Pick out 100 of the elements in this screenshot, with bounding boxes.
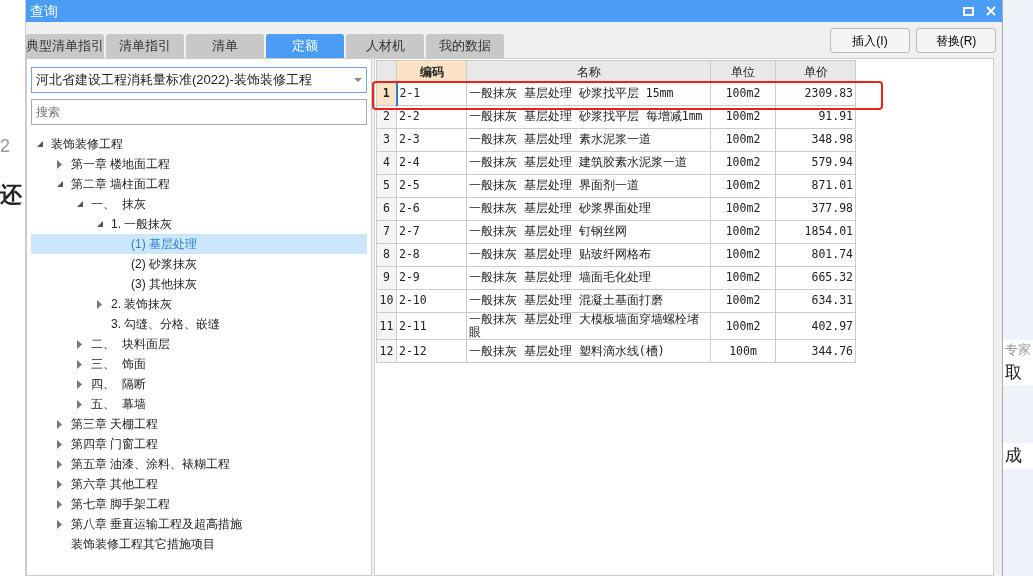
table-cell: 665.32	[775, 266, 856, 290]
tab[interactable]: 我的数据	[426, 34, 504, 58]
table-cell: 2-9	[396, 266, 467, 290]
tree-item[interactable]: 3. 勾缝、分格、嵌缝	[111, 315, 221, 333]
table-cell: 一般抹灰 基层处理 大模板墙面穿墙螺栓堵眼	[466, 312, 711, 340]
table-cell: 2309.83	[775, 82, 856, 106]
table-cell: 2-12	[396, 339, 467, 363]
row-number: 11	[376, 312, 397, 340]
search-field[interactable]: 搜索	[31, 99, 367, 125]
row-number: 1	[376, 82, 397, 106]
expanded-icon[interactable]	[77, 200, 84, 208]
row-number: 8	[376, 243, 397, 267]
replace-button[interactable]: 替换(R)	[916, 28, 996, 53]
table-cell: 344.76	[775, 339, 856, 363]
backdrop-text: 专家	[1003, 340, 1033, 360]
table-cell: 2-7	[396, 220, 467, 244]
table-cell: 2-8	[396, 243, 467, 267]
collapsed-icon[interactable]	[77, 359, 83, 369]
tree-item[interactable]: 1. 一般抹灰	[111, 215, 173, 233]
window-title: 查询	[30, 1, 58, 21]
tree-item[interactable]: 第二章 墙柱面工程	[71, 175, 171, 193]
table-cell: 100m2	[710, 266, 776, 290]
table-cell: 2-5	[396, 174, 467, 198]
table-cell: 100m2	[710, 220, 776, 244]
tree-item[interactable]: 第六章 其他工程	[71, 475, 159, 493]
tree-item[interactable]: 装饰装修工程	[51, 135, 123, 153]
table-cell: 一般抹灰 基层处理 塑料滴水线(槽)	[466, 339, 711, 363]
table-cell: 一般抹灰 基层处理 界面剂一道	[466, 174, 711, 198]
table-cell: 2-3	[396, 128, 467, 152]
backdrop-text: 2	[0, 135, 11, 158]
row-number: 9	[376, 266, 397, 290]
backdrop-text: 成	[1003, 443, 1033, 469]
table-cell: 一般抹灰 基层处理 建筑胶素水泥浆一道	[466, 151, 711, 175]
tab[interactable]: 典型清单指引	[26, 34, 104, 58]
tab[interactable]: 人材机	[346, 34, 424, 58]
collapsed-icon[interactable]	[57, 479, 63, 489]
caret-icon[interactable]	[354, 77, 362, 83]
tree-item[interactable]: 一、 抹灰	[91, 195, 146, 213]
table-cell: 100m2	[710, 128, 776, 152]
table-cell: 一般抹灰 基层处理 素水泥浆一道	[466, 128, 711, 152]
collapsed-icon[interactable]	[57, 499, 63, 509]
column-header: 单位	[710, 60, 776, 83]
table-cell: 402.97	[775, 312, 856, 340]
tree-item[interactable]: 三、 饰面	[91, 355, 146, 373]
tree-item[interactable]: 四、 隔断	[91, 375, 146, 393]
table-cell: 100m2	[710, 174, 776, 198]
table-cell: 100m2	[710, 312, 776, 340]
table-cell: 一般抹灰 基层处理 贴玻纤网格布	[466, 243, 711, 267]
table-cell: 801.74	[775, 243, 856, 267]
column-header: 编码	[396, 60, 467, 83]
table-cell: 100m2	[710, 289, 776, 313]
collapsed-icon[interactable]	[77, 399, 83, 409]
row-number: 12	[376, 339, 397, 363]
tree-item[interactable]: 二、 块料面层	[91, 335, 170, 353]
collapsed-icon[interactable]	[57, 159, 63, 169]
expanded-icon[interactable]	[97, 220, 104, 228]
column-header: 单价	[775, 60, 856, 83]
table-cell: 一般抹灰 基层处理 砂浆找平层 每增减1mm	[466, 105, 711, 129]
collapsed-icon[interactable]	[57, 519, 63, 529]
tree-item[interactable]: 第一章 楼地面工程	[71, 155, 171, 173]
table-cell: 一般抹灰 基层处理 墙面毛化处理	[466, 266, 711, 290]
expanded-icon[interactable]	[37, 140, 44, 148]
tree-item[interactable]: 第四章 门窗工程	[71, 435, 159, 453]
tree-item[interactable]: 第八章 垂直运输工程及超高措施	[71, 515, 243, 533]
table-cell: 1854.01	[775, 220, 856, 244]
tree-item[interactable]: 装饰装修工程其它措施项目	[71, 535, 215, 553]
table-cell: 100m2	[710, 243, 776, 267]
tree-item[interactable]: (3) 其他抹灰	[131, 275, 197, 293]
close-icon[interactable]	[986, 6, 996, 16]
collapsed-icon[interactable]	[77, 379, 83, 389]
row-number: 6	[376, 197, 397, 221]
tree-item[interactable]: (2) 砂浆抹灰	[131, 255, 197, 273]
collapsed-icon[interactable]	[77, 339, 83, 349]
maximize-icon[interactable]	[963, 6, 974, 16]
collapsed-icon[interactable]	[57, 419, 63, 429]
expanded-icon[interactable]	[57, 180, 64, 188]
tree-item[interactable]: 五、 幕墙	[91, 395, 146, 413]
table-cell: 一般抹灰 基层处理 钉钢丝网	[466, 220, 711, 244]
table-cell: 348.98	[775, 128, 856, 152]
row-number: 10	[376, 289, 397, 313]
tree-item[interactable]: 第七章 脚手架工程	[71, 495, 171, 513]
table-cell: 100m2	[710, 151, 776, 175]
collapsed-icon[interactable]	[97, 299, 103, 309]
tree-item[interactable]: 第三章 天棚工程	[71, 415, 159, 433]
table-cell: 2-11	[396, 312, 467, 340]
collapsed-icon[interactable]	[57, 459, 63, 469]
tree-item[interactable]: 2. 装饰抹灰	[111, 295, 173, 313]
tree-item[interactable]: 第五章 油漆、涂料、裱糊工程	[71, 455, 231, 473]
table-cell: 一般抹灰 基层处理 混凝土基面打磨	[466, 289, 711, 313]
collapsed-icon[interactable]	[57, 439, 63, 449]
library-dropdown[interactable]: 河北省建设工程消耗量标准(2022)-装饰装修工程	[31, 67, 367, 93]
table-cell: 2-6	[396, 197, 467, 221]
table-cell: 2-4	[396, 151, 467, 175]
tab[interactable]: 清单指引	[106, 34, 184, 58]
tab[interactable]: 清单	[186, 34, 264, 58]
table-cell: 100m	[710, 339, 776, 363]
column-header: 名称	[466, 60, 711, 83]
table-cell: 100m2	[710, 197, 776, 221]
insert-button[interactable]: 插入(I)	[830, 28, 910, 53]
table-cell: 100m2	[710, 82, 776, 106]
